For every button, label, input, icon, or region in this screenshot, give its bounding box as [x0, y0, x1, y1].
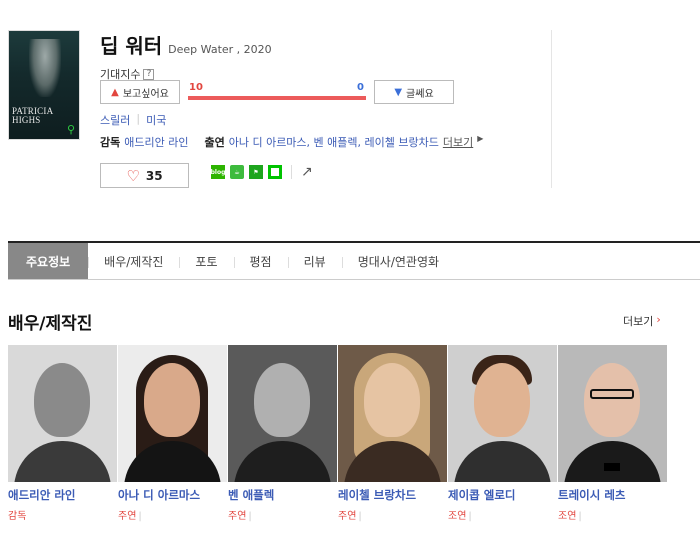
- person-name[interactable]: 애드리안 라인: [8, 487, 117, 503]
- genre-country: 스릴러 | 미국: [100, 112, 166, 128]
- person-name[interactable]: 제이콥 엘로디: [448, 487, 557, 503]
- cast-more-link[interactable]: 더보기: [443, 134, 473, 150]
- section-more-link[interactable]: 더보기 ›: [623, 313, 661, 329]
- person-name[interactable]: 벤 애플렉: [228, 487, 337, 503]
- person-name[interactable]: 트레이시 레츠: [558, 487, 667, 503]
- tab-cast-crew[interactable]: 배우/제작진: [88, 243, 179, 279]
- blog-share-icon[interactable]: blog: [211, 165, 225, 179]
- person-name[interactable]: 레이첼 브랑차드: [338, 487, 447, 503]
- not-sure-label: 글쎄요: [406, 88, 434, 100]
- share-icon[interactable]: ↗: [301, 164, 313, 180]
- person-photo[interactable]: [118, 345, 227, 482]
- movie-poster[interactable]: PATRICIA HIGHS ⚲: [8, 30, 80, 140]
- person-role: 조연 |: [558, 511, 582, 522]
- tab-photo[interactable]: 포토: [179, 243, 233, 279]
- person-card[interactable]: 아나 디 아르마스 주연 |: [118, 345, 227, 522]
- thumbs-up-icon: ▲: [111, 86, 119, 98]
- want-to-see-label: 보고싶어요: [122, 88, 169, 100]
- tab-bar: 주요정보 배우/제작진 포토 평점 리뷰 명대사/연관영화: [8, 241, 700, 280]
- person-card[interactable]: 애드리안 라인 감독: [8, 345, 117, 522]
- movie-title-korean: 딥 워터: [100, 34, 163, 58]
- genre-link[interactable]: 스릴러: [100, 112, 130, 128]
- person-photo[interactable]: [558, 345, 667, 482]
- help-icon[interactable]: ?: [143, 68, 155, 80]
- expectation-bar-fill: [188, 96, 366, 100]
- movie-page: PATRICIA HIGHS ⚲ 딥 워터 Deep Water , 2020 …: [0, 0, 700, 540]
- line-share-icon[interactable]: [268, 165, 282, 179]
- person-photo[interactable]: [448, 345, 557, 482]
- person-card[interactable]: 레이첼 브랑차드 주연 |: [338, 345, 447, 522]
- person-photo[interactable]: [228, 345, 337, 482]
- person-card[interactable]: 제이콥 엘로디 조연 |: [448, 345, 557, 522]
- person-name[interactable]: 아나 디 아르마스: [118, 487, 227, 503]
- want-count: 10: [189, 82, 203, 93]
- cast-links[interactable]: 아나 디 아르마스, 벤 애플렉, 레이첼 브랑차드: [229, 134, 439, 150]
- person-card[interactable]: 트레이시 레츠 조연 |: [558, 345, 667, 522]
- person-photo[interactable]: [338, 345, 447, 482]
- tab-rating[interactable]: 평점: [233, 243, 288, 279]
- divider: [551, 30, 552, 188]
- movie-title-block: 딥 워터 Deep Water , 2020: [100, 30, 272, 59]
- heart-icon: ♡: [126, 166, 140, 185]
- person-role: 주연 |: [118, 511, 142, 522]
- want-to-see-button[interactable]: ▲ 보고싶어요: [100, 80, 180, 104]
- like-button[interactable]: ♡ 35: [100, 163, 189, 188]
- tab-quotes-related[interactable]: 명대사/연관영화: [341, 243, 455, 279]
- divider: [291, 165, 292, 179]
- country-link[interactable]: 미국: [146, 112, 166, 128]
- like-count: 35: [145, 168, 163, 183]
- cafe-share-icon[interactable]: ☕: [230, 165, 244, 179]
- person-role: 감독: [8, 511, 27, 522]
- section-more-label: 더보기: [623, 315, 654, 328]
- thumbs-down-icon: ▼: [394, 86, 403, 98]
- director-link[interactable]: 애드리안 라인: [124, 134, 188, 150]
- expectation-bar: [188, 96, 366, 100]
- caret-right-icon: ▶: [477, 134, 484, 143]
- poster-figure: [29, 39, 61, 97]
- movie-title-english: Deep Water , 2020: [168, 43, 272, 56]
- tab-review[interactable]: 리뷰: [287, 243, 342, 279]
- magnify-icon[interactable]: ⚲: [67, 123, 75, 136]
- section-title: 배우/제작진: [8, 314, 93, 334]
- person-role: 조연 |: [448, 511, 472, 522]
- person-card[interactable]: 벤 애플렉 주연 |: [228, 345, 337, 522]
- share-row: blog ☕ ⚑ ↗: [211, 164, 313, 180]
- not-sure-button[interactable]: ▼ 글쎄요: [374, 80, 454, 104]
- cast-label: 출연: [204, 136, 225, 149]
- person-role: 주연 |: [338, 511, 362, 522]
- chevron-right-icon: ›: [656, 313, 661, 326]
- bookmark-share-icon[interactable]: ⚑: [249, 165, 263, 179]
- person-photo[interactable]: [8, 345, 117, 482]
- credits-line: 감독 애드리안 라인 출연 아나 디 아르마스, 벤 애플렉, 레이첼 브랑차드…: [100, 134, 483, 150]
- cast-list: 애드리안 라인 감독 아나 디 아르마스 주연 | 벤 애플렉 주연 | 레이첼 브…: [8, 345, 668, 522]
- director-label: 감독: [100, 136, 121, 149]
- divider: |: [136, 112, 141, 125]
- nah-count: 0: [357, 82, 364, 93]
- tab-main-info[interactable]: 주요정보: [8, 243, 89, 279]
- person-role: 주연 |: [228, 511, 252, 522]
